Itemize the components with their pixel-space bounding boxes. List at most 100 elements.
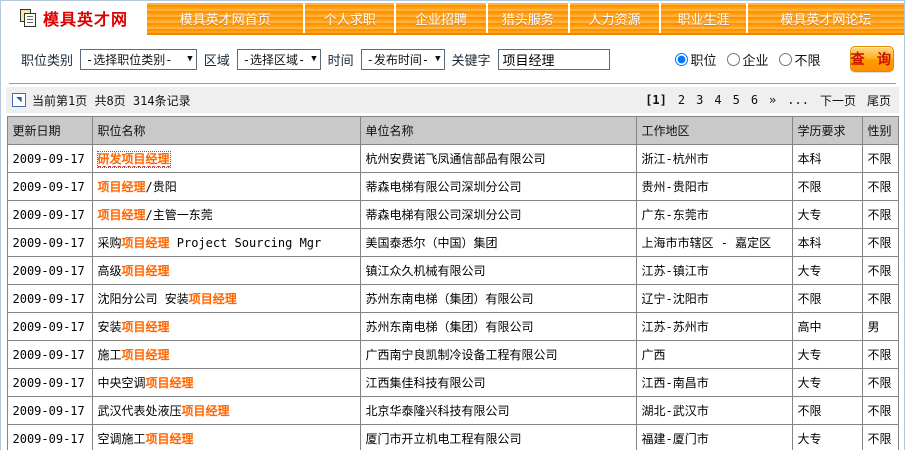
- cell-title: 项目经理/贵阳: [92, 173, 360, 201]
- cell-date: 2009-09-17: [7, 145, 92, 173]
- time-label: 时间: [328, 50, 354, 69]
- cell-gender: 不限: [862, 229, 898, 257]
- cell-education: 本科: [792, 145, 862, 173]
- nav-tab-label: 猎头服务: [502, 9, 554, 28]
- page-current: [1]: [645, 93, 667, 107]
- job-title-link[interactable]: 武汉代表处液压项目经理: [98, 404, 230, 418]
- page-link[interactable]: 2: [678, 93, 685, 107]
- table-row: 2009-09-17项目经理/主管一东莞蒂森电梯有限公司深圳分公司广东-东莞市大…: [7, 201, 898, 229]
- job-title-link[interactable]: 沈阳分公司 安装项目经理: [98, 292, 237, 306]
- cell-company: 厦门市开立机电工程有限公司: [360, 425, 636, 450]
- cell-date: 2009-09-17: [7, 201, 92, 229]
- cell-location: 湖北-武汉市: [636, 397, 792, 425]
- title-suffix: /主管一东莞: [146, 208, 213, 222]
- cell-education: 大专: [792, 257, 862, 285]
- job-title-link[interactable]: 研发项目经理: [98, 152, 170, 167]
- cell-location: 广西: [636, 341, 792, 369]
- table-row: 2009-09-17 沈阳分公司 安装项目经理 苏州东南电梯（集团）有限公司辽宁-沈…: [7, 285, 898, 313]
- nav-tab-6[interactable]: 模具英才网论坛: [748, 3, 904, 33]
- page-link[interactable]: »: [769, 93, 776, 107]
- title-prefix: 高级: [98, 264, 122, 278]
- nav-tab-0[interactable]: 模具英才网首页: [147, 3, 303, 33]
- cell-education: 大专: [792, 201, 862, 229]
- nav-tab-2[interactable]: 企业招聘: [396, 3, 485, 33]
- cell-company: 江西集佳科技有限公司: [360, 369, 636, 397]
- page-link[interactable]: 6: [751, 93, 758, 107]
- cell-education: 高中: [792, 313, 862, 341]
- nav-tab-label: 职业生涯: [677, 9, 729, 28]
- cell-education: 大专: [792, 341, 862, 369]
- pagination-bar: ◥ 当前第1页 共8页 314条记录 [1] 23456»... 下一页 尾页: [6, 87, 899, 113]
- cell-title: 研发项目经理: [92, 145, 360, 173]
- job-title-link[interactable]: 中央空调项目经理: [98, 376, 194, 390]
- cell-date: 2009-09-17: [7, 285, 92, 313]
- table-row: 2009-09-17武汉代表处液压项目经理北京华泰隆兴科技有限公司湖北-武汉市不…: [7, 397, 898, 425]
- nav-tab-1[interactable]: 个人求职: [305, 3, 394, 33]
- column-header: 职位名称: [92, 117, 360, 145]
- cell-title: 沈阳分公司 安装项目经理: [92, 285, 360, 313]
- nav-tab-4[interactable]: 人力资源: [570, 3, 659, 33]
- results-table: 更新日期职位名称单位名称工作地区学历要求性别 2009-09-17研发项目经理杭…: [7, 116, 899, 450]
- separator-line: [9, 83, 896, 84]
- cell-education: 大专: [792, 369, 862, 397]
- job-title-link[interactable]: 采购项目经理 Project Sourcing Mgr: [98, 236, 322, 250]
- scope-radio-company[interactable]: 企业: [727, 50, 769, 69]
- cell-location: 辽宁-沈阳市: [636, 285, 792, 313]
- scope-radio-group: 职位 企业 不限: [675, 50, 821, 69]
- title-keyword: 项目经理: [182, 404, 230, 418]
- cell-title: 中央空调项目经理: [92, 369, 360, 397]
- window-arrow-icon[interactable]: ◥: [12, 93, 26, 107]
- job-title-link[interactable]: 施工项目经理: [98, 348, 170, 362]
- column-header: 工作地区: [636, 117, 792, 145]
- radio-company[interactable]: [727, 53, 740, 66]
- cell-location: 上海市市辖区 - 嘉定区: [636, 229, 792, 257]
- top-navbar: 模具英才网 模具英才网首页个人求职企业招聘猎头服务人力资源职业生涯模具英才网论坛: [1, 1, 904, 35]
- keyword-input[interactable]: [498, 49, 610, 70]
- cell-education: 不限: [792, 397, 862, 425]
- nav-tab-3[interactable]: 猎头服务: [488, 3, 568, 33]
- scope-radio-any[interactable]: 不限: [779, 50, 821, 69]
- cell-location: 江苏-镇江市: [636, 257, 792, 285]
- table-row: 2009-09-17安装项目经理苏州东南电梯（集团）有限公司江苏-苏州市高中男: [7, 313, 898, 341]
- radio-any[interactable]: [779, 53, 792, 66]
- category-select[interactable]: -选择职位类别- ▼: [80, 49, 197, 70]
- time-select-value: -发布时间-: [367, 51, 429, 68]
- title-suffix: /贵阳: [146, 180, 177, 194]
- time-select[interactable]: -发布时间- ▼: [361, 49, 445, 70]
- title-prefix: 沈阳分公司 安装: [98, 292, 189, 306]
- cell-company: 苏州东南电梯（集团）有限公司: [360, 285, 636, 313]
- radio-position[interactable]: [675, 53, 688, 66]
- title-keyword: 项目经理: [122, 152, 170, 166]
- site-logo[interactable]: 模具英才网: [1, 1, 147, 35]
- page-link[interactable]: 3: [696, 93, 703, 107]
- cell-company: 广西南宁良凯制冷设备工程有限公司: [360, 341, 636, 369]
- table-row: 2009-09-17采购项目经理 Project Sourcing Mgr美国泰…: [7, 229, 898, 257]
- title-prefix: 武汉代表处液压: [98, 404, 182, 418]
- title-prefix: 研发: [98, 152, 122, 166]
- cell-date: 2009-09-17: [7, 229, 92, 257]
- cell-education: 不限: [792, 285, 862, 313]
- job-title-link[interactable]: 高级项目经理: [98, 264, 170, 278]
- page-link[interactable]: 5: [733, 93, 740, 107]
- job-title-link[interactable]: 项目经理/主管一东莞: [98, 208, 213, 222]
- title-prefix: 空调施工: [98, 432, 146, 446]
- page-link[interactable]: 4: [714, 93, 721, 107]
- search-button[interactable]: 查 询: [850, 46, 894, 72]
- scope-radio-position[interactable]: 职位: [675, 50, 717, 69]
- last-page-link[interactable]: 尾页: [867, 92, 891, 109]
- cell-date: 2009-09-17: [7, 397, 92, 425]
- chevron-down-icon: ▼: [181, 54, 192, 64]
- cell-date: 2009-09-17: [7, 257, 92, 285]
- job-title-link[interactable]: 安装项目经理: [98, 320, 170, 334]
- next-page-link[interactable]: 下一页: [820, 92, 856, 109]
- cell-location: 浙江-杭州市: [636, 145, 792, 173]
- job-title-link[interactable]: 空调施工项目经理: [98, 432, 194, 446]
- job-title-link[interactable]: 项目经理/贵阳: [98, 180, 177, 194]
- table-row: 2009-09-17中央空调项目经理江西集佳科技有限公司江西-南昌市大专不限: [7, 369, 898, 397]
- nav-tab-5[interactable]: 职业生涯: [661, 3, 746, 33]
- region-select[interactable]: -选择区域- ▼: [237, 49, 321, 70]
- site-logo-text: 模具英才网: [43, 6, 128, 30]
- cell-education: 不限: [792, 173, 862, 201]
- title-keyword: 项目经理: [98, 180, 146, 194]
- title-keyword: 项目经理: [122, 320, 170, 334]
